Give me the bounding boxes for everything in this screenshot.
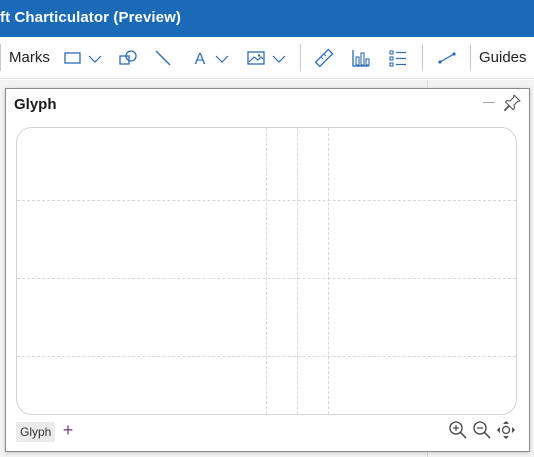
data-axis-icon[interactable]	[350, 47, 372, 69]
zoom-out-icon[interactable]	[472, 420, 492, 440]
app-title-bar: ft Charticulator (Preview)	[0, 0, 534, 37]
glyph-panel: Glyph Glyph +	[5, 88, 530, 452]
guides-label[interactable]: Guides	[479, 49, 527, 66]
glyph-tab[interactable]: Glyph	[16, 422, 56, 442]
image-icon[interactable]	[245, 47, 267, 69]
link-icon[interactable]	[436, 47, 458, 69]
app-title: ft Charticulator (Preview)	[0, 9, 181, 26]
ruler-icon[interactable]	[313, 47, 335, 69]
main-toolbar: Marks A Guides	[0, 37, 534, 79]
guide-line	[297, 128, 298, 414]
legend-icon[interactable]	[387, 47, 409, 69]
toolbar-divider	[300, 44, 301, 71]
chevron-down-icon[interactable]	[211, 47, 233, 69]
glyph-canvas[interactable]	[16, 127, 517, 415]
marks-label: Marks	[9, 49, 50, 66]
minimize-icon[interactable]	[483, 102, 495, 103]
rectangle-icon[interactable]	[62, 47, 84, 69]
zoom-in-icon[interactable]	[448, 420, 468, 440]
toolbar-divider	[470, 44, 471, 71]
svg-text:A: A	[195, 51, 206, 68]
zoom-fit-icon[interactable]	[496, 420, 516, 440]
guide-line	[266, 128, 267, 414]
text-icon[interactable]: A	[189, 47, 211, 69]
toolbar-divider	[422, 44, 423, 71]
guide-line	[328, 128, 329, 414]
chevron-down-icon[interactable]	[268, 47, 290, 69]
chevron-down-icon[interactable]	[84, 47, 106, 69]
line-icon[interactable]	[152, 47, 174, 69]
panel-title: Glyph	[14, 96, 57, 113]
toolbar-divider	[0, 44, 1, 71]
add-glyph-button[interactable]: +	[60, 421, 76, 441]
shapes-icon[interactable]	[117, 47, 139, 69]
pin-icon[interactable]	[502, 93, 522, 113]
